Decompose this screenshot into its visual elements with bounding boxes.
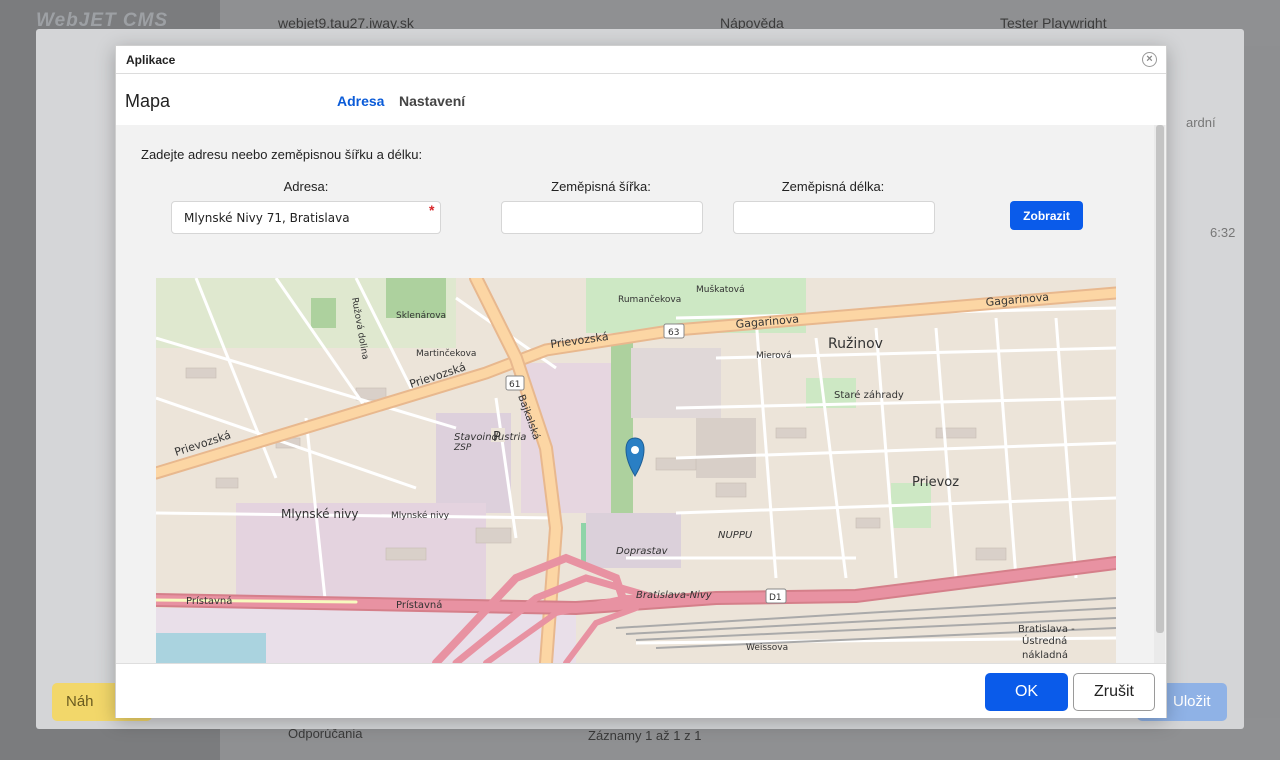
map-label-mierova: Mierová xyxy=(756,351,792,361)
longitude-label: Zeměpisná délka: xyxy=(781,179,885,194)
show-button[interactable]: Zobrazit xyxy=(1010,201,1083,230)
map-label-nakladna: nákladná xyxy=(1022,649,1068,661)
dialog-header: Mapa Adresa Nastavení xyxy=(116,75,1166,125)
map-label-stare-zahrady: Staré záhrady xyxy=(834,389,904,401)
map-label-mlynske-nivy: Mlynské nivy xyxy=(281,507,359,521)
map-label-mlynske-nivy-small: Mlynské nivy xyxy=(391,510,450,521)
map-label-pristavna-1: Prístavná xyxy=(186,595,232,607)
tab-nastaveni[interactable]: Nastavení xyxy=(399,93,465,109)
dialog-body: Zadejte adresu neebo zeměpisnou šířku a … xyxy=(116,125,1166,663)
map-label-route-61: 61 xyxy=(509,380,520,390)
ok-button[interactable]: OK xyxy=(985,673,1068,711)
instruction-text: Zadejte adresu neebo zeměpisnou šířku a … xyxy=(141,147,423,162)
map-label-d1: D1 xyxy=(769,593,782,603)
app-heading: Mapa xyxy=(125,91,171,111)
longitude-input[interactable] xyxy=(733,201,935,234)
map-label-prievoz: Prievoz xyxy=(912,475,959,490)
outer-modal-right-panel: ardní 6:32 xyxy=(1166,80,1244,650)
address-label: Adresa: xyxy=(283,179,329,194)
map-label-zsp: ZSP xyxy=(453,443,472,453)
time-fragment: 6:32 xyxy=(1210,225,1236,240)
map-label-ruzinov: Ružinov xyxy=(828,336,883,352)
latitude-label: Zeměpisná šířka: xyxy=(551,179,651,194)
latitude-input[interactable] xyxy=(501,201,703,234)
map-label-doprastav: Doprastav xyxy=(616,546,669,557)
dialog-title: Aplikace xyxy=(126,53,176,67)
tab-adresa[interactable]: Adresa xyxy=(337,93,384,109)
map-view[interactable]: Prievozská Prievozská Prievozská Gagarin… xyxy=(156,278,1116,663)
map-label-ustredna: Ústredná xyxy=(1022,634,1067,647)
close-icon[interactable]: × xyxy=(1142,52,1157,67)
records-info: Záznamy 1 až 1 z 1 xyxy=(588,728,702,743)
map-label-nuppu: NUPPU xyxy=(718,530,753,541)
required-asterisk: * xyxy=(429,202,435,218)
map-label-muskatova: Muškatová xyxy=(696,284,745,295)
map-label-bratislava: Bratislava - xyxy=(1018,624,1075,635)
outer-modal-left-panel xyxy=(36,80,116,650)
scrollbar-thumb[interactable] xyxy=(1156,125,1164,633)
select-fragment[interactable]: ardní xyxy=(1186,115,1216,130)
dialog-footer: OK Zrušit xyxy=(116,663,1166,718)
dialog-titlebar: Aplikace × xyxy=(116,46,1166,74)
cancel-button[interactable]: Zrušit xyxy=(1073,673,1155,711)
dialog-scrollbar[interactable] xyxy=(1154,125,1165,663)
map-label-parking: P xyxy=(493,430,501,445)
address-input[interactable] xyxy=(171,201,441,234)
map-label-bratislava-nivy: Bratislava-Nivy xyxy=(636,590,713,601)
map-label-route-63: 63 xyxy=(668,328,679,338)
map-label-stavoindustria: Stavoindustria xyxy=(454,432,526,443)
map-label-rumancekova: Rumančekova xyxy=(618,294,681,305)
map-label-weissova: Weissova xyxy=(746,643,788,653)
map-label-sklenarova: Sklenárova xyxy=(396,311,446,321)
map-label-pristavna-2: Prístavná xyxy=(396,599,442,611)
map-canvas: Prievozská Prievozská Prievozská Gagarin… xyxy=(156,278,1116,663)
map-label-martincekova: Martinčekova xyxy=(416,348,476,359)
map-app-dialog: Aplikace × Mapa Adresa Nastavení Zadejte… xyxy=(115,45,1167,718)
